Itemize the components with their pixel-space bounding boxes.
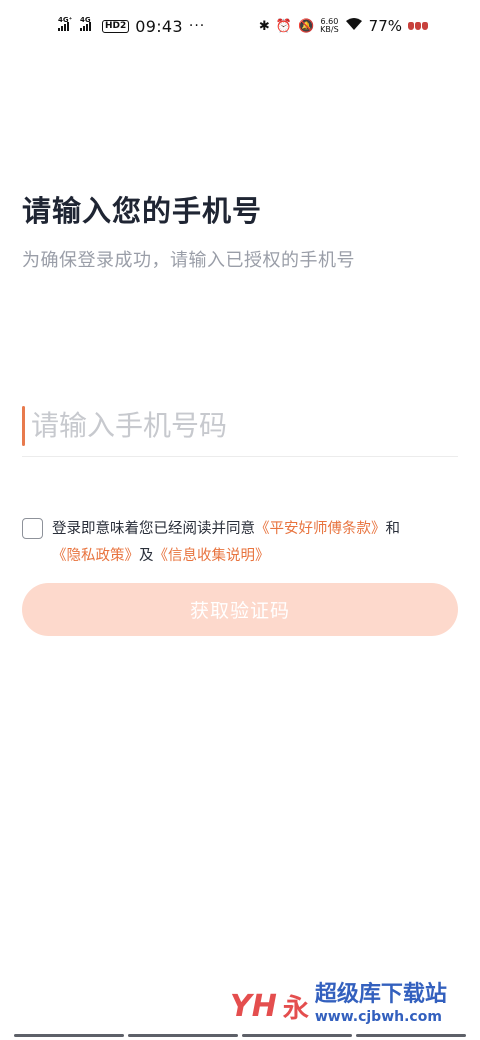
- battery-percent: 77%: [368, 17, 402, 35]
- hd-voice-icon: HD2: [102, 19, 130, 33]
- wifi-icon: [345, 17, 363, 35]
- watermark-brand: 永: [282, 993, 309, 1024]
- status-bar-left: 4G⁺ 4G HD2 09:43 ···: [58, 16, 206, 36]
- network-speed: 6.60 KB/S: [320, 17, 339, 34]
- mute-icon: 🔕: [297, 18, 315, 34]
- info-collection-link[interactable]: 《信息收集说明》: [154, 548, 270, 564]
- clock: 09:43: [135, 16, 183, 36]
- network-type-2: 4G: [80, 15, 91, 24]
- privacy-policy-link[interactable]: 《隐私政策》: [52, 548, 139, 564]
- watermark: YH 永 超级库下载站 www.cjbwh.com: [230, 978, 480, 1034]
- agreement-row: 登录即意味着您已经阅读并同意《平安好师傅条款》和 《隐私政策》及《信息收集说明》: [22, 516, 462, 570]
- network-type-1: 4G⁺: [58, 15, 73, 24]
- watermark-site: 超级库下载站 www.cjbwh.com: [314, 982, 447, 1026]
- get-verification-code-button[interactable]: 获取验证码: [22, 583, 458, 636]
- agreement-checkbox[interactable]: [22, 518, 43, 539]
- status-bar-right: ✱ ⏰ 🔕 6.60 KB/S 77%: [259, 17, 428, 35]
- agreement-text: 登录即意味着您已经阅读并同意《平安好师傅条款》和 《隐私政策》及《信息收集说明》: [52, 521, 400, 564]
- battery-icon: [408, 22, 428, 30]
- terms-link[interactable]: 《平安好师傅条款》: [255, 521, 386, 537]
- bluetooth-icon: ✱: [258, 18, 270, 34]
- gesture-nav-bar[interactable]: [0, 1034, 480, 1040]
- signal-icon-sim1: 4G⁺: [58, 16, 72, 31]
- signal-icon-sim2: 4G: [80, 16, 94, 31]
- more-notifications-icon: ···: [188, 18, 206, 34]
- login-screen: 4G⁺ 4G HD2 09:43 ··· ✱ ⏰ 🔕 6.60 KB/S 77%: [0, 0, 480, 1040]
- phone-input[interactable]: [31, 409, 431, 442]
- alarm-icon: ⏰: [275, 18, 292, 34]
- watermark-logo: YH: [230, 988, 277, 1024]
- status-bar: 4G⁺ 4G HD2 09:43 ··· ✱ ⏰ 🔕 6.60 KB/S 77%: [0, 0, 480, 52]
- phone-input-row: [22, 395, 458, 457]
- page-title: 请输入您的手机号: [22, 194, 263, 228]
- input-caret: [22, 405, 25, 446]
- page-subtitle: 为确保登录成功，请输入已授权的手机号: [22, 250, 355, 271]
